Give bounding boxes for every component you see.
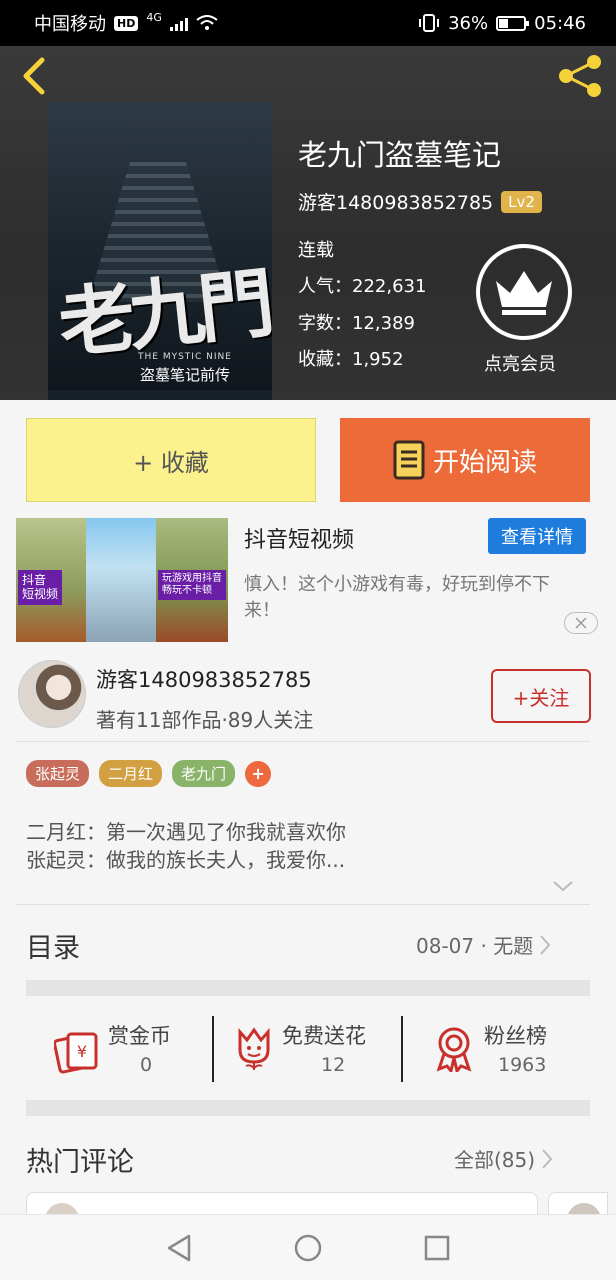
chevron-right-icon: [540, 934, 551, 955]
start-reading-label: 开始阅读: [432, 447, 537, 478]
tag-item[interactable]: 老九门: [172, 760, 236, 787]
divider: [16, 741, 590, 742]
stat-label: 粉丝榜: [484, 1024, 547, 1048]
ad-title[interactable]: 抖音短视频: [244, 522, 354, 554]
vip-button[interactable]: [476, 244, 572, 340]
ad-tag-left: 抖音 短视频: [18, 570, 63, 605]
follow-button[interactable]: +关注: [491, 669, 591, 723]
serial-status: 连载: [298, 240, 334, 261]
tag-list: 张起灵 二月红 老九门 +: [26, 760, 272, 787]
flower-icon: [238, 1027, 270, 1070]
ad-image-panel: 抖音 短视频: [16, 518, 86, 642]
section-separator: [26, 1100, 590, 1116]
share-button[interactable]: [556, 54, 606, 98]
chevron-right-icon: [542, 1148, 553, 1169]
svg-text:¥: ¥: [77, 1042, 87, 1061]
network-label: 4G: [146, 10, 162, 24]
ad-image-panel: 玩游戏用抖音 畅玩不卡顿: [156, 518, 228, 642]
home-circle-icon[interactable]: [293, 1233, 323, 1263]
reward-coin-button[interactable]: ¥ 赏金币 0: [54, 1016, 204, 1082]
vip-label[interactable]: 点亮会员: [484, 350, 556, 376]
intro-line: 二月红：第一次遇见了你我就喜欢你: [26, 820, 346, 844]
status-bar: 中国移动 HD 4G 36% 05:46: [0, 0, 616, 46]
stat-label: 赏金币: [108, 1024, 171, 1048]
avatar[interactable]: [18, 660, 86, 728]
author-card-name[interactable]: 游客1480983852785: [96, 664, 312, 694]
toc-title[interactable]: 目录: [26, 926, 80, 965]
free-flower-button[interactable]: 免费送花 12: [234, 1016, 394, 1082]
add-favorite-button[interactable]: + 收藏: [26, 418, 316, 502]
medal-icon: [436, 1027, 472, 1072]
tag-item[interactable]: 张起灵: [26, 760, 90, 787]
recents-square-icon[interactable]: [423, 1234, 451, 1262]
ad-detail-button[interactable]: 查看详情: [488, 518, 586, 554]
cover-subtitle-cn: 盗墓笔记前传: [140, 366, 231, 384]
ad-description[interactable]: 慎入！这个小游戏有毒，好玩到停不下来！: [244, 572, 584, 624]
system-nav-bar: [0, 1214, 616, 1280]
author-card-summary: 著有11部作品·89人关注: [96, 708, 314, 732]
chevron-left-icon: [23, 57, 45, 95]
all-comments-label: 全部(85): [454, 1148, 536, 1172]
ad-tag-right: 玩游戏用抖音 畅玩不卡顿: [158, 570, 226, 600]
book-title: 老九门盗墓笔记: [298, 138, 502, 172]
ad-image-panel: [86, 518, 156, 642]
clock: 05:46: [534, 12, 586, 34]
stat-value: 12: [321, 1054, 346, 1076]
cover-subtitle-en: THE MYSTIC NINE: [138, 352, 232, 362]
section-separator: [26, 980, 590, 996]
book-icon: [393, 440, 425, 480]
stat-value: 0: [140, 1054, 153, 1076]
chevron-down-icon: [553, 881, 573, 892]
back-button[interactable]: [16, 56, 52, 95]
book-header: 老九門 THE MYSTIC NINE 盗墓笔记前传 老九门盗墓笔记 游客148…: [0, 46, 616, 400]
stat-value: 1963: [498, 1054, 547, 1076]
stat-label: 免费送花: [282, 1024, 366, 1048]
divider: [212, 1016, 214, 1082]
carrier-label: 中国移动: [34, 14, 106, 35]
latest-chapter-label: 08-07 · 无题: [416, 934, 534, 958]
fan-ranking-button[interactable]: 粉丝榜 1963: [434, 1016, 574, 1082]
battery-percent: 36%: [448, 12, 489, 34]
cover-logo-strip: [48, 390, 272, 400]
author-name[interactable]: 游客1480983852785: [298, 188, 493, 215]
close-icon: [575, 617, 587, 629]
hot-comments-title: 热门评论: [26, 1147, 134, 1178]
toc-latest-chapter[interactable]: 08-07 · 无题: [416, 930, 551, 959]
level-badge: Lv2: [501, 190, 542, 213]
author-row[interactable]: 游客1480983852785 Lv2: [298, 188, 542, 215]
divider: [401, 1016, 403, 1082]
battery-icon: [496, 15, 530, 31]
wifi-icon: [196, 15, 218, 30]
coin-envelope-icon: ¥: [54, 1032, 98, 1074]
hd-badge: HD: [114, 15, 139, 31]
back-triangle-icon[interactable]: [165, 1233, 193, 1263]
divider: [16, 904, 590, 905]
favorites-stat: 收藏：1,952: [298, 349, 404, 370]
popularity-stat: 人气：222,631: [298, 276, 427, 297]
ad-close-button[interactable]: [564, 612, 598, 634]
all-comments-link[interactable]: 全部(85): [454, 1144, 553, 1173]
ad-image[interactable]: 抖音 短视频 玩游戏用抖音 畅玩不卡顿: [16, 518, 228, 642]
intro-line: 张起灵：做我的族长夫人，我爱你...: [26, 848, 346, 872]
expand-intro-button[interactable]: [552, 878, 574, 897]
vibrate-icon: [419, 14, 440, 32]
tag-item[interactable]: 二月红: [99, 760, 163, 787]
start-reading-button[interactable]: 开始阅读: [340, 418, 590, 502]
word-count-stat: 字数：12,389: [298, 313, 415, 334]
book-cover[interactable]: 老九門 THE MYSTIC NINE 盗墓笔记前传: [48, 102, 272, 400]
crown-icon: [496, 271, 552, 315]
signal-icon: [169, 15, 188, 31]
share-icon: [559, 55, 601, 97]
add-tag-button[interactable]: +: [245, 760, 272, 787]
book-intro[interactable]: 二月红：第一次遇见了你我就喜欢你 张起灵：做我的族长夫人，我爱你...: [26, 818, 346, 874]
